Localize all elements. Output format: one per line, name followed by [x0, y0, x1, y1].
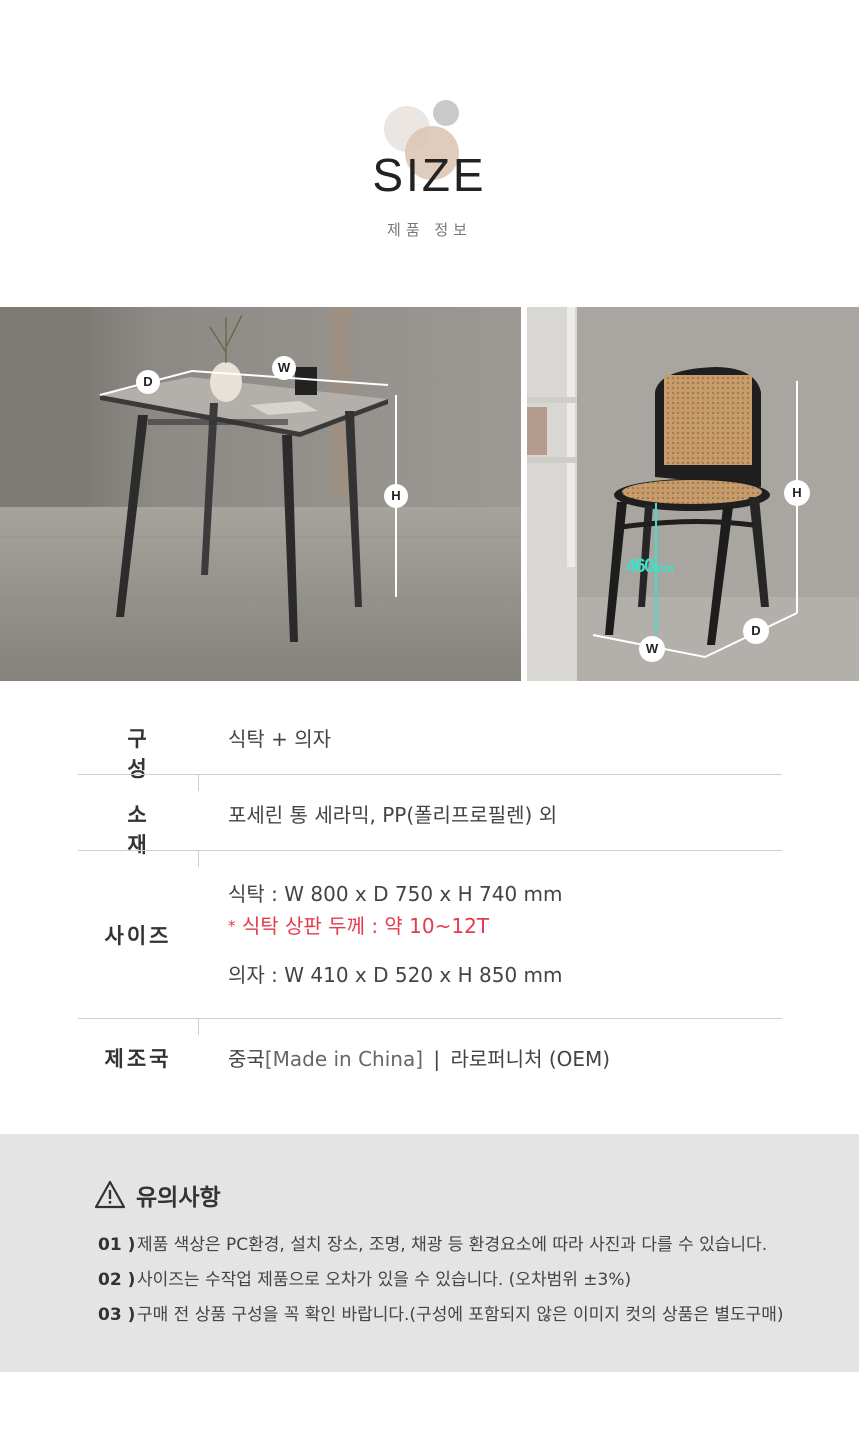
- depth-marker: D: [743, 618, 769, 644]
- depth-marker: D: [136, 370, 160, 394]
- width-marker: W: [639, 636, 665, 662]
- divider-tick: [198, 1019, 199, 1035]
- width-marker: W: [272, 356, 296, 380]
- note-text: 식탁 상판 두께 : 약 10~12T: [241, 914, 490, 938]
- spec-value-chair: 의자 : W 410 x D 520 x H 850 mm: [228, 963, 563, 987]
- notice-item: 03 )구매 전 상품 구성을 꼭 확인 바랍니다.(구성에 포함되지 않은 이…: [98, 1300, 784, 1325]
- notice-num: 03 ): [98, 1305, 136, 1325]
- notice-num: 01 ): [98, 1235, 136, 1255]
- notice-num: 02 ): [98, 1270, 136, 1290]
- spec-label: 사이즈: [104, 924, 172, 948]
- divider-tick: [198, 775, 199, 791]
- divider-tick: [198, 851, 199, 867]
- origin-separator: |: [433, 1047, 441, 1071]
- spec-value-table-note: * 식탁 상판 두께 : 약 10~12T: [228, 910, 489, 939]
- origin-country-en: [Made in China]: [264, 1047, 424, 1071]
- height-marker: H: [784, 480, 810, 506]
- origin-maker: 라로퍼니처 (OEM): [450, 1047, 611, 1071]
- notice-text: 구매 전 상품 구성을 꼭 확인 바랍니다.(구성에 포함되지 않은 이미지 컷…: [137, 1305, 784, 1325]
- decor-circle: [433, 100, 459, 126]
- notice-section: 유의사항 01 )제품 색상은 PC환경, 설치 장소, 조명, 채광 등 환경…: [0, 1134, 859, 1372]
- spec-value: 포세린 통 세라믹, PP(폴리프로필렌) 외: [228, 803, 558, 827]
- divider: [78, 1018, 782, 1019]
- spec-value: 중국[Made in China] | 라로퍼니처 (OEM): [228, 1043, 610, 1072]
- divider: [78, 774, 782, 775]
- note-mark: *: [228, 917, 236, 935]
- warning-icon: [94, 1180, 126, 1209]
- size-header: SIZE 제품 정보: [0, 0, 859, 307]
- spec-value: 식탁 + 의자: [228, 727, 332, 751]
- table-photo: D W H: [0, 307, 521, 681]
- divider: [78, 850, 782, 851]
- notice-text: 제품 색상은 PC환경, 설치 장소, 조명, 채광 등 환경요소에 따라 사진…: [137, 1235, 768, 1255]
- page-title: SIZE: [372, 149, 487, 201]
- origin-country: 중국: [228, 1047, 265, 1071]
- chair-photo: H W D 460mm: [527, 307, 859, 681]
- seat-height-value: 460: [626, 556, 655, 577]
- height-marker: H: [384, 484, 408, 508]
- notice-title: 유의사항: [136, 1185, 221, 1211]
- seat-height-label: 460mm: [626, 556, 674, 578]
- notice-item: 02 )사이즈는 수작업 제품으로 오차가 있을 수 있습니다. (오차범위 ±…: [98, 1265, 631, 1290]
- notice-item: 01 )제품 색상은 PC환경, 설치 장소, 조명, 채광 등 환경요소에 따…: [98, 1230, 767, 1255]
- notice-text: 사이즈는 수작업 제품으로 오차가 있을 수 있습니다. (오차범위 ±3%): [137, 1270, 632, 1290]
- spec-label: 제조국: [104, 1047, 172, 1071]
- seat-height-unit: mm: [653, 561, 674, 575]
- spec-value-table: 식탁 : W 800 x D 750 x H 740 mm: [228, 882, 563, 906]
- page-subtitle: 제품 정보: [387, 221, 472, 239]
